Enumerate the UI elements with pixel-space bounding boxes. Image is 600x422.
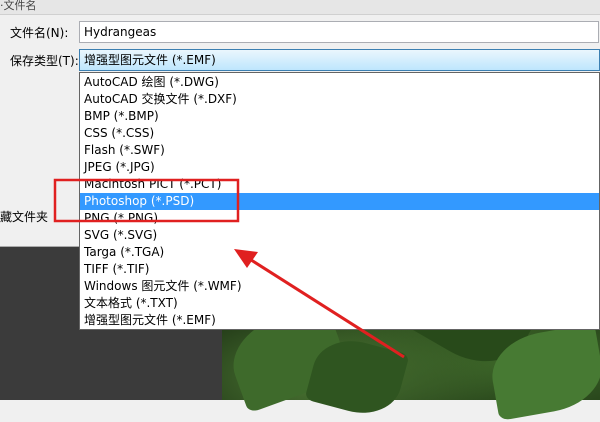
file-type-dropdown[interactable]: AutoCAD 绘图 (*.DWG) AutoCAD 交换文件 (*.DXF) BM… bbox=[79, 72, 600, 330]
file-type-option[interactable]: JPEG (*.JPG) bbox=[80, 159, 599, 176]
file-type-option[interactable]: Flash (*.SWF) bbox=[80, 142, 599, 159]
save-type-select[interactable]: 增强型图元文件 (*.EMF) bbox=[79, 49, 600, 71]
dialog-top-strip: ·文件名 bbox=[0, 0, 600, 15]
file-type-option[interactable]: TIFF (*.TIF) bbox=[80, 261, 599, 278]
file-type-option[interactable]: 增强型图元文件 (*.EMF) bbox=[80, 312, 599, 329]
file-type-option[interactable]: Photoshop (*.PSD) bbox=[80, 193, 599, 210]
file-type-option[interactable]: Windows 图元文件 (*.WMF) bbox=[80, 278, 599, 295]
file-type-option[interactable]: AutoCAD 绘图 (*.DWG) bbox=[80, 74, 599, 91]
file-type-option[interactable]: Targa (*.TGA) bbox=[80, 244, 599, 261]
file-type-option[interactable]: SVG (*.SVG) bbox=[80, 227, 599, 244]
hide-folders-label[interactable]: 藏文件夹 bbox=[0, 209, 48, 225]
top-strip-label: ·文件名 bbox=[0, 0, 37, 12]
file-type-option[interactable]: Macintosh PICT (*.PCT) bbox=[80, 176, 599, 193]
filename-label: 文件名(N): bbox=[10, 26, 69, 40]
file-type-option[interactable]: PNG (*.PNG) bbox=[80, 210, 599, 227]
filename-input[interactable] bbox=[79, 21, 599, 43]
save-type-label: 保存类型(T): bbox=[10, 54, 79, 68]
file-type-option[interactable]: AutoCAD 交换文件 (*.DXF) bbox=[80, 91, 599, 108]
file-type-option[interactable]: BMP (*.BMP) bbox=[80, 108, 599, 125]
file-type-option[interactable]: CSS (*.CSS) bbox=[80, 125, 599, 142]
file-type-option[interactable]: 文本格式 (*.TXT) bbox=[80, 295, 599, 312]
